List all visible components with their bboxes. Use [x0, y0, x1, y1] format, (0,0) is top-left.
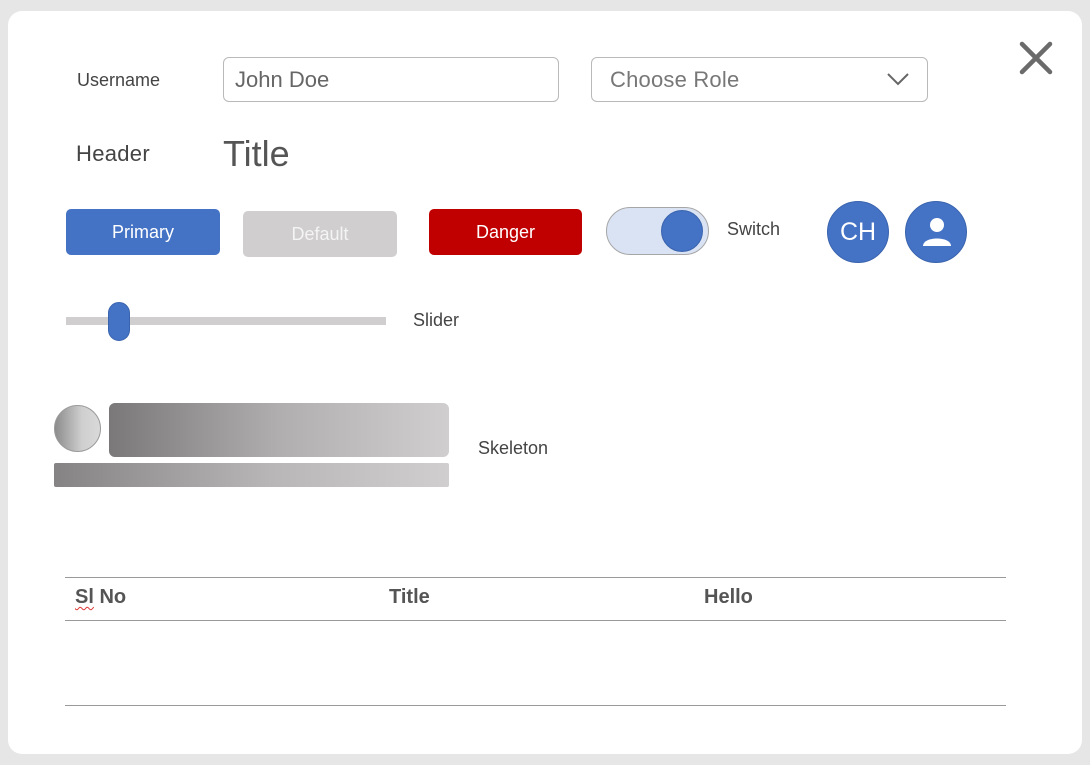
chevron-down-icon	[887, 73, 909, 86]
primary-button[interactable]: Primary	[66, 209, 220, 255]
username-input[interactable]	[223, 57, 559, 102]
table-header-title: Title	[389, 586, 430, 608]
toggle-switch[interactable]	[606, 207, 709, 255]
slider-handle[interactable]	[108, 302, 130, 341]
skeleton-label: Skeleton	[478, 438, 549, 458]
avatar-user[interactable]	[905, 201, 967, 263]
danger-button[interactable]: Danger	[429, 209, 582, 255]
user-icon	[923, 218, 951, 246]
skeleton-avatar	[54, 405, 101, 452]
table-top-border	[65, 577, 1006, 578]
table-header-hello: Hello	[704, 586, 753, 608]
role-select-value: Choose Role	[610, 67, 740, 92]
slider-label: Slider	[413, 310, 460, 330]
username-label: Username	[77, 70, 161, 90]
toggle-switch-knob	[661, 210, 703, 252]
table-header-sl-no: Sl No	[75, 586, 127, 608]
page-title: Title	[223, 133, 290, 174]
role-select[interactable]: Choose Role	[591, 57, 928, 102]
table-header-divider	[65, 620, 1006, 621]
avatar-initials[interactable]: CH	[827, 201, 889, 263]
skeleton-line	[54, 463, 449, 487]
close-icon[interactable]	[1016, 38, 1056, 78]
spellcheck-word: Sl	[75, 586, 94, 608]
table-bottom-border	[65, 705, 1006, 706]
skeleton-block	[109, 403, 449, 457]
default-button[interactable]: Default	[243, 211, 397, 257]
header-label: Header	[76, 141, 150, 166]
switch-label: Switch	[727, 219, 781, 239]
dialog-card	[8, 11, 1082, 754]
